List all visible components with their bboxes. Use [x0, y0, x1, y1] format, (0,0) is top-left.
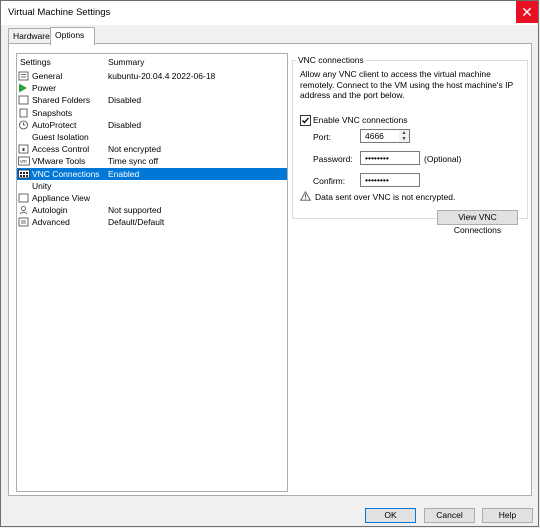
appliance-icon — [18, 193, 30, 203]
advanced-icon — [18, 217, 30, 227]
options-panel: Settings Summary General kubuntu-20.04.4 … — [8, 43, 532, 496]
tab-options[interactable]: Options — [50, 27, 95, 46]
enable-vnc-label: Enable VNC connections — [313, 115, 408, 125]
setting-summary: Disabled — [108, 95, 142, 106]
access-control-icon — [18, 144, 30, 154]
warning-text: Data sent over VNC is not encrypted. — [315, 192, 456, 202]
autologin-icon — [18, 205, 30, 215]
svg-text:vm: vm — [20, 160, 27, 166]
port-label: Port: — [313, 132, 331, 142]
settings-window: Virtual Machine Settings ✕ Hardware Opti… — [0, 0, 539, 527]
settings-row[interactable]: vm VMware Tools Time sync off — [17, 155, 287, 167]
checkmark-icon — [302, 117, 309, 124]
settings-row[interactable]: Power — [17, 82, 287, 94]
vnc-description: Allow any VNC client to access the virtu… — [300, 69, 513, 100]
settings-row[interactable]: Advanced Default/Default — [17, 216, 287, 228]
help-button[interactable]: Help — [482, 508, 533, 523]
close-button[interactable]: ✕ — [516, 1, 538, 23]
view-vnc-connections-button[interactable]: View VNC Connections — [437, 210, 518, 235]
list-header: Settings Summary — [17, 54, 287, 68]
setting-name: Snapshots — [32, 107, 73, 118]
unity-icon — [18, 181, 30, 191]
setting-summary: Time sync off — [108, 156, 159, 167]
settings-row[interactable]: Autologin Not supported — [17, 204, 287, 216]
setting-name: Autologin — [32, 205, 68, 216]
setting-summary: Not supported — [108, 205, 162, 216]
port-input[interactable]: 4666 — [360, 129, 400, 143]
group-title: VNC connections — [296, 55, 366, 65]
vnc-icon — [18, 169, 30, 179]
vnc-group: VNC connections Allow any VNC client to … — [292, 55, 528, 235]
setting-name: Unity — [32, 180, 52, 191]
general-icon — [18, 71, 30, 81]
confirm-field[interactable]: •••••••• — [360, 173, 420, 187]
close-icon: ✕ — [521, 3, 533, 20]
settings-row[interactable]: Unity — [17, 180, 287, 192]
password-hint: (Optional) — [424, 154, 462, 164]
title-bar[interactable]: Virtual Machine Settings ✕ — [1, 1, 538, 25]
password-label: Password: — [313, 154, 353, 164]
setting-name: Advanced — [32, 217, 70, 228]
setting-summary: Enabled — [108, 168, 140, 179]
cancel-button[interactable]: Cancel — [424, 508, 475, 523]
password-field[interactable]: •••••••• — [360, 151, 420, 165]
power-icon — [18, 83, 30, 93]
settings-row[interactable]: VNC Connections Enabled — [17, 167, 287, 180]
settings-row[interactable]: Snapshots — [17, 107, 287, 119]
setting-summary: Disabled — [108, 119, 142, 130]
setting-summary: kubuntu-20.04.4 2022-06-18 — [108, 71, 216, 81]
setting-summary: Not encrypted — [108, 144, 161, 155]
setting-summary: Default/Default — [108, 217, 165, 228]
autoprotect-icon — [18, 120, 30, 130]
confirm-label: Confirm: — [313, 176, 346, 186]
folder-icon — [18, 95, 30, 105]
snapshot-icon — [18, 108, 30, 118]
port-spinner[interactable]: ▲ ▼ — [399, 129, 410, 143]
settings-row[interactable]: Appliance View — [17, 192, 287, 204]
setting-name: VMware Tools — [32, 156, 86, 167]
setting-name: General — [32, 71, 63, 81]
settings-row[interactable]: Guest Isolation — [17, 131, 287, 143]
setting-name: Access Control — [32, 144, 90, 155]
setting-name: AutoProtect — [32, 119, 77, 130]
guest-isolation-icon — [18, 132, 30, 142]
setting-name: VNC Connections — [32, 168, 100, 179]
warning-icon — [300, 191, 311, 201]
settings-row[interactable]: AutoProtect Disabled — [17, 119, 287, 131]
settings-list[interactable]: Settings Summary General kubuntu-20.04.4 … — [16, 53, 288, 492]
ok-button[interactable]: OK — [365, 508, 416, 523]
setting-name: Guest Isolation — [32, 132, 89, 142]
setting-name: Appliance View — [32, 193, 90, 203]
column-header-summary[interactable]: Summary — [108, 57, 144, 67]
settings-row[interactable]: Access Control Not encrypted — [17, 143, 287, 155]
setting-name: Shared Folders — [32, 95, 91, 106]
column-header-settings[interactable]: Settings — [20, 57, 51, 67]
vmware-tools-icon: vm — [18, 156, 30, 166]
window-title: Virtual Machine Settings — [8, 7, 111, 18]
setting-name: Power — [32, 83, 57, 94]
spin-down-icon[interactable]: ▼ — [399, 136, 409, 142]
settings-row[interactable]: General kubuntu-20.04.4 2022-06-18 — [17, 70, 287, 82]
settings-row[interactable]: Shared Folders Disabled — [17, 94, 287, 106]
checkbox-box[interactable] — [300, 115, 311, 126]
